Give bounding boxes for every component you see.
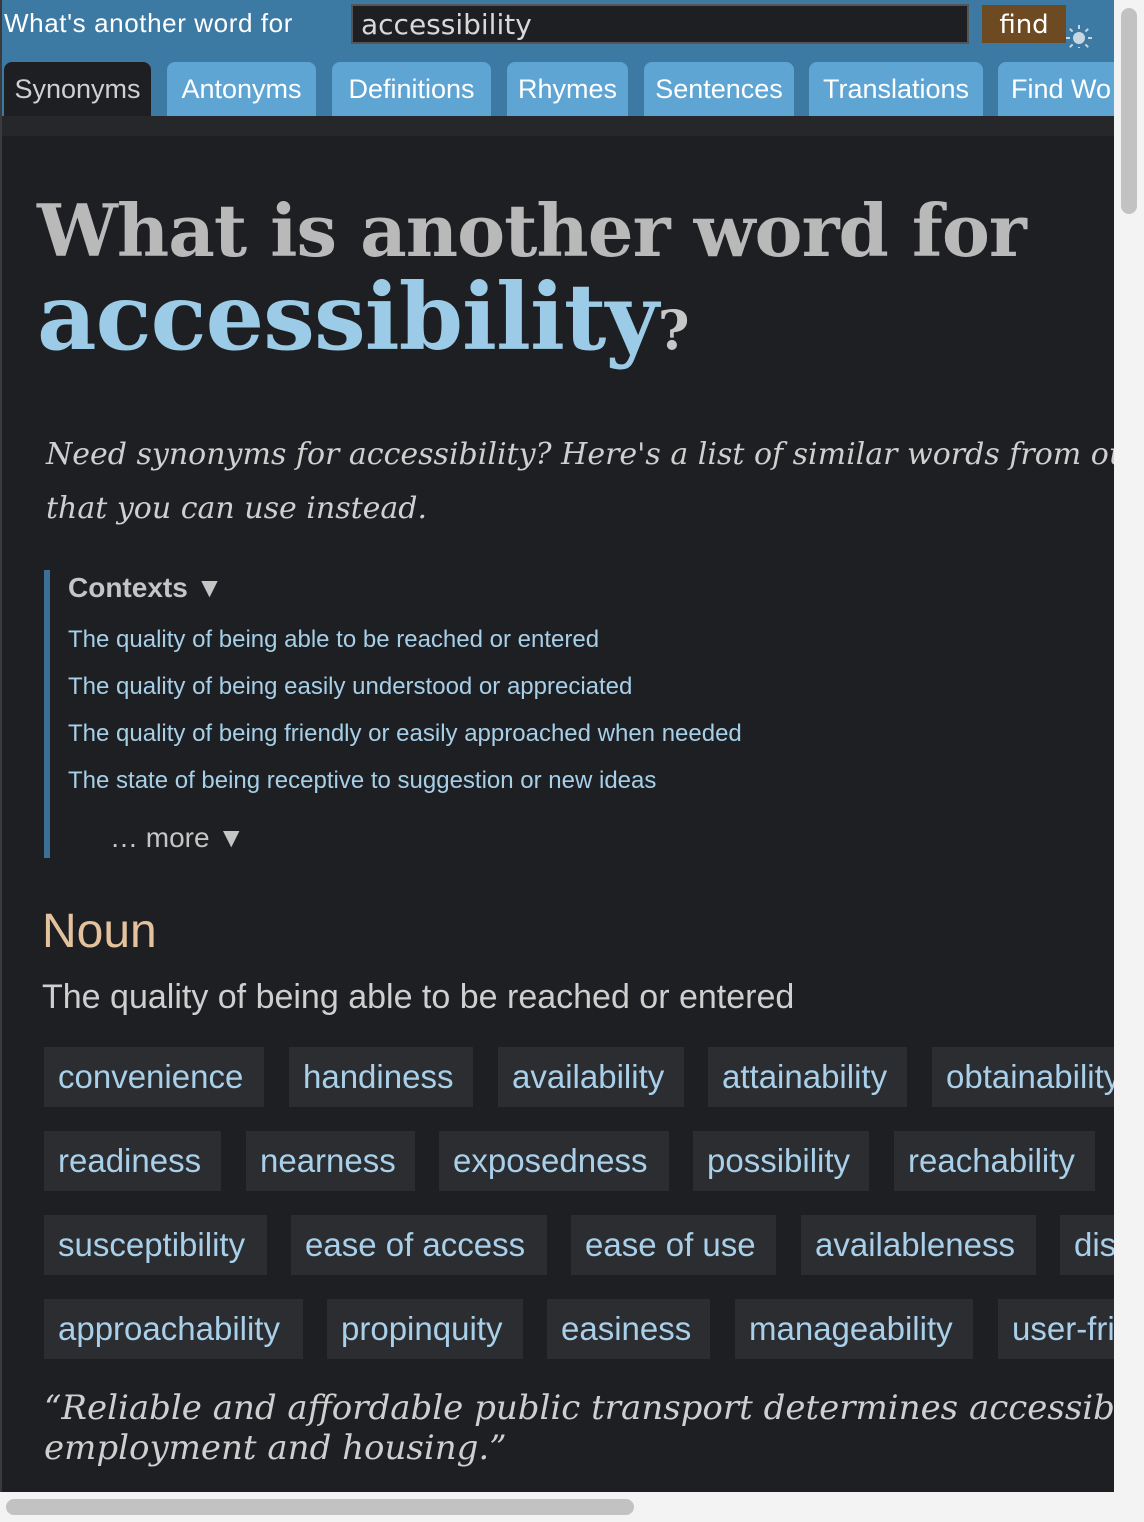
synonym-chip[interactable]: susceptibility xyxy=(44,1215,267,1275)
synonym-chip[interactable]: manageability xyxy=(735,1299,973,1359)
synonym-chip[interactable]: nearness xyxy=(246,1131,415,1191)
contexts-toggle[interactable]: Contexts ▼ xyxy=(68,572,223,604)
vertical-scroll-thumb[interactable] xyxy=(1121,8,1137,214)
contexts-panel: Contexts ▼ The quality of being able to … xyxy=(44,570,950,858)
tab-definitions[interactable]: Definitions xyxy=(332,62,491,116)
context-link[interactable]: The quality of being able to be reached … xyxy=(68,626,599,654)
tab-antonyms[interactable]: Antonyms xyxy=(167,62,316,116)
synonym-chip[interactable]: user-fri xyxy=(998,1299,1114,1359)
find-it-button[interactable]: find it xyxy=(982,5,1066,78)
synonym-chip[interactable]: availableness xyxy=(801,1215,1036,1275)
intro-line-1: Need synonyms for accessibility? Here's … xyxy=(46,437,1114,472)
quote-line-2: employment and housing.” xyxy=(44,1428,507,1468)
synonym-chip[interactable]: dis xyxy=(1060,1215,1114,1275)
contexts-more-toggle[interactable]: … more ▼ xyxy=(110,822,245,854)
page-title-word-line: accessibility? xyxy=(37,271,1026,373)
page-title: What is another word for accessibility? xyxy=(37,188,1027,373)
context-link[interactable]: The state of being receptive to suggesti… xyxy=(68,767,656,795)
synonym-chip[interactable]: obtainability xyxy=(932,1047,1114,1107)
synonym-chip[interactable]: easiness xyxy=(547,1299,710,1359)
synonym-chip[interactable]: possibility xyxy=(693,1131,869,1191)
synonym-chip[interactable]: ease of use xyxy=(571,1215,776,1275)
search-prompt-label: What's another word for xyxy=(4,8,293,38)
synonym-chip[interactable]: handiness xyxy=(289,1047,473,1107)
synonym-chip[interactable]: ease of access xyxy=(291,1215,547,1275)
page-title-question-mark: ? xyxy=(657,298,690,362)
tab-rhymes[interactable]: Rhymes xyxy=(507,62,628,116)
context-link[interactable]: The quality of being friendly or easily … xyxy=(68,720,742,748)
vertical-scrollbar[interactable] xyxy=(1114,0,1144,1492)
tab-sentences[interactable]: Sentences xyxy=(644,62,794,116)
synonym-chip[interactable]: reachability xyxy=(894,1131,1095,1191)
page-viewport: What's another word for find it Synonyms… xyxy=(0,0,1114,1492)
synonym-chip[interactable]: propinquity xyxy=(327,1299,523,1359)
search-input[interactable] xyxy=(351,4,969,44)
tab-bar: Synonyms Antonyms Definitions Rhymes Sen… xyxy=(2,48,1114,116)
tab-find-words[interactable]: Find Wo xyxy=(998,62,1114,116)
synonym-chip[interactable]: readiness xyxy=(44,1131,221,1191)
synonym-chip[interactable]: attainability xyxy=(708,1047,907,1107)
synonym-chip[interactable]: convenience xyxy=(44,1047,264,1107)
page-title-word: accessibility xyxy=(37,263,659,371)
tab-translations[interactable]: Translations xyxy=(809,62,983,116)
tab-underline xyxy=(2,116,1114,136)
intro-line-2: that you can use instead. xyxy=(46,491,428,526)
horizontal-scroll-thumb[interactable] xyxy=(6,1499,634,1515)
synonym-chip[interactable]: approachability xyxy=(44,1299,303,1359)
sense-description: The quality of being able to be reached … xyxy=(42,978,795,1016)
synonym-chip[interactable]: availability xyxy=(498,1047,684,1107)
example-quote: “Reliable and affordable public transpor… xyxy=(44,1388,1114,1468)
page-title-prefix: What is another word for xyxy=(37,188,1027,273)
context-link[interactable]: The quality of being easily understood o… xyxy=(68,673,632,701)
part-of-speech-heading: Noun xyxy=(42,905,157,958)
search-bar: What's another word for find it xyxy=(2,0,1114,78)
quote-line-1: “Reliable and affordable public transpor… xyxy=(44,1388,1114,1428)
intro-text: Need synonyms for accessibility? Here's … xyxy=(46,428,1114,536)
synonym-chip[interactable]: exposedness xyxy=(439,1131,669,1191)
tab-synonyms[interactable]: Synonyms xyxy=(4,62,151,116)
